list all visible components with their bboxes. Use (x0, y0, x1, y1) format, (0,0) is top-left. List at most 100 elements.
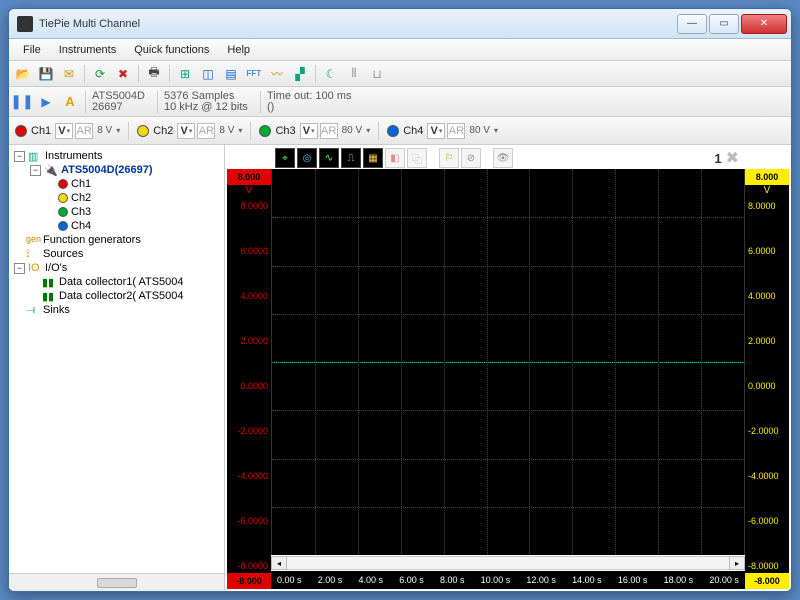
ch1-range[interactable]: 8 V (95, 125, 114, 136)
fft-icon[interactable]: FFT (244, 64, 264, 84)
device-name: ATS5004D (92, 91, 145, 102)
tree-sources[interactable]: Sources (43, 248, 83, 260)
y-axis-right[interactable]: 8.000 V 8.00006.00004.00002.00000.0000-2… (745, 169, 789, 589)
close-button[interactable]: ✕ (741, 14, 787, 34)
tree-dc2[interactable]: Data collector2( ATS5004 (59, 290, 184, 302)
tree-instruments[interactable]: Instruments (45, 150, 102, 162)
close-graph-icon[interactable]: ✖ (726, 148, 739, 168)
tree-dc1[interactable]: Data collector1( ATS5004 (59, 276, 184, 288)
tree-h-scrollbar[interactable] (9, 573, 224, 591)
y-unit-left: V (227, 185, 271, 199)
copy-icon[interactable]: ⿻ (407, 148, 427, 168)
menu-instruments[interactable]: Instruments (51, 42, 124, 58)
tree-ch2[interactable]: Ch2 (71, 192, 91, 204)
y-top-right: 8.000 (745, 169, 789, 185)
menubar: File Instruments Quick functions Help (9, 39, 791, 61)
y-tick: 2.0000 (748, 336, 786, 346)
grid-tool-icon[interactable]: ▦ (363, 148, 383, 168)
ch3-label[interactable]: Ch3 (273, 125, 297, 137)
add-graph-icon[interactable]: ⊞ (175, 64, 195, 84)
tree-sinks[interactable]: Sinks (43, 304, 70, 316)
save-icon[interactable]: 💾 (36, 64, 56, 84)
eye-icon[interactable]: 👁 (493, 148, 513, 168)
ch1-ar[interactable]: AR (75, 123, 93, 139)
bars-icon[interactable]: ⦀ (344, 64, 364, 84)
device-icon: 🔌 (44, 164, 58, 176)
scroll-left-icon[interactable]: ◂ (271, 556, 287, 570)
moon-icon[interactable]: ☾ (321, 64, 341, 84)
chevron-down-icon[interactable]: ▾ (366, 126, 370, 135)
tree-ch3[interactable]: Ch3 (71, 206, 91, 218)
meter-icon[interactable]: ◫ (198, 64, 218, 84)
expander-icon[interactable]: − (14, 151, 25, 162)
pulse-tool-icon[interactable]: ⎍ (341, 148, 361, 168)
tree-ch4[interactable]: Ch4 (71, 220, 91, 232)
channel-4-group: Ch4 V▾ AR 80 V ▾ (385, 123, 500, 139)
zoom-icon[interactable]: ◎ (297, 148, 317, 168)
ch1-bullet-icon[interactable] (15, 125, 27, 137)
h-scrollbar[interactable]: ◂ ▸ (271, 555, 745, 571)
tree-content[interactable]: −▥Instruments −🔌ATS5004D(26697) Ch1 Ch2 … (9, 145, 224, 573)
ch3-coupling[interactable]: V▾ (300, 123, 318, 139)
refresh-icon[interactable]: ⟳ (90, 64, 110, 84)
cursor-icon[interactable]: ⌖ (275, 148, 295, 168)
delete-icon[interactable]: ✖ (113, 64, 133, 84)
auto-icon[interactable]: A (61, 93, 79, 111)
minimize-button[interactable]: — (677, 14, 707, 34)
scale-icon[interactable]: ⊔ (367, 64, 387, 84)
ch3-ar[interactable]: AR (320, 123, 338, 139)
main-body: −▥Instruments −🔌ATS5004D(26697) Ch1 Ch2 … (9, 145, 791, 591)
ch4-coupling[interactable]: V▾ (427, 123, 445, 139)
chevron-down-icon[interactable]: ▾ (116, 126, 120, 135)
tree-ios[interactable]: I/O's (45, 262, 67, 274)
menu-quick-functions[interactable]: Quick functions (126, 42, 217, 58)
ch2-ar[interactable]: AR (197, 123, 215, 139)
menu-help[interactable]: Help (219, 42, 258, 58)
chevron-down-icon[interactable]: ▾ (494, 126, 498, 135)
menu-file[interactable]: File (15, 42, 49, 58)
sample-info[interactable]: 5376 Samples 10 kHz @ 12 bits (157, 91, 254, 113)
tree-ch1[interactable]: Ch1 (71, 178, 91, 190)
ch4-label[interactable]: Ch4 (401, 125, 425, 137)
expander-icon[interactable]: − (30, 165, 41, 176)
scroll-right-icon[interactable]: ▸ (729, 556, 745, 570)
mail-icon[interactable]: ✉ (59, 64, 79, 84)
ch2-bullet-icon[interactable] (137, 125, 149, 137)
ch4-range[interactable]: 80 V (467, 125, 492, 136)
print-icon[interactable]: 🖶 (144, 64, 164, 84)
eraser-icon[interactable]: ◧ (385, 148, 405, 168)
ch2-range[interactable]: 8 V (217, 125, 236, 136)
ch4-ar[interactable]: AR (447, 123, 465, 139)
graph-panel: ⌖ ◎ ∿ ⎍ ▦ ◧ ⿻ ⚐ ⊘ 👁 1 ✖ 8. (225, 145, 791, 591)
ch3-bullet-icon[interactable] (259, 125, 271, 137)
chart-icon[interactable]: ▞ (290, 64, 310, 84)
play-icon[interactable]: ▶ (37, 93, 55, 111)
ch2-coupling[interactable]: V▾ (177, 123, 195, 139)
x-tick: 12.00 s (526, 575, 556, 585)
open-icon[interactable]: 📂 (13, 64, 33, 84)
pause-icon[interactable]: ❚❚ (13, 93, 31, 111)
clear-flag-icon[interactable]: ⊘ (461, 148, 481, 168)
x-tick: 10.00 s (481, 575, 511, 585)
flag-icon[interactable]: ⚐ (439, 148, 459, 168)
timeout-info[interactable]: Time out: 100 ms () (260, 91, 358, 113)
ch1-coupling[interactable]: V▾ (55, 123, 73, 139)
ch1-label[interactable]: Ch1 (29, 125, 53, 137)
y-unit-right: V (745, 185, 789, 199)
table-icon[interactable]: ▤ (221, 64, 241, 84)
maximize-button[interactable]: ▭ (709, 14, 739, 34)
ch2-label[interactable]: Ch2 (151, 125, 175, 137)
ch4-bullet-icon[interactable] (387, 125, 399, 137)
x-axis[interactable]: 0.00 s2.00 s4.00 s6.00 s8.00 s10.00 s12.… (271, 571, 745, 589)
y-bot-right: -8.000 (745, 573, 789, 589)
titlebar[interactable]: TiePie Multi Channel — ▭ ✕ (9, 9, 791, 39)
expander-icon[interactable]: − (14, 263, 25, 274)
wave-tool-icon[interactable]: ∿ (319, 148, 339, 168)
chevron-down-icon[interactable]: ▾ (238, 126, 242, 135)
y-axis-left[interactable]: 8.000 V 8.00006.00004.00002.00000.0000-2… (227, 169, 271, 589)
tree-device[interactable]: ATS5004D(26697) (61, 164, 153, 176)
wave-icon[interactable]: 〰 (267, 64, 287, 84)
plot-canvas[interactable] (271, 169, 745, 555)
tree-fgen[interactable]: Function generators (43, 234, 141, 246)
ch3-range[interactable]: 80 V (340, 125, 365, 136)
